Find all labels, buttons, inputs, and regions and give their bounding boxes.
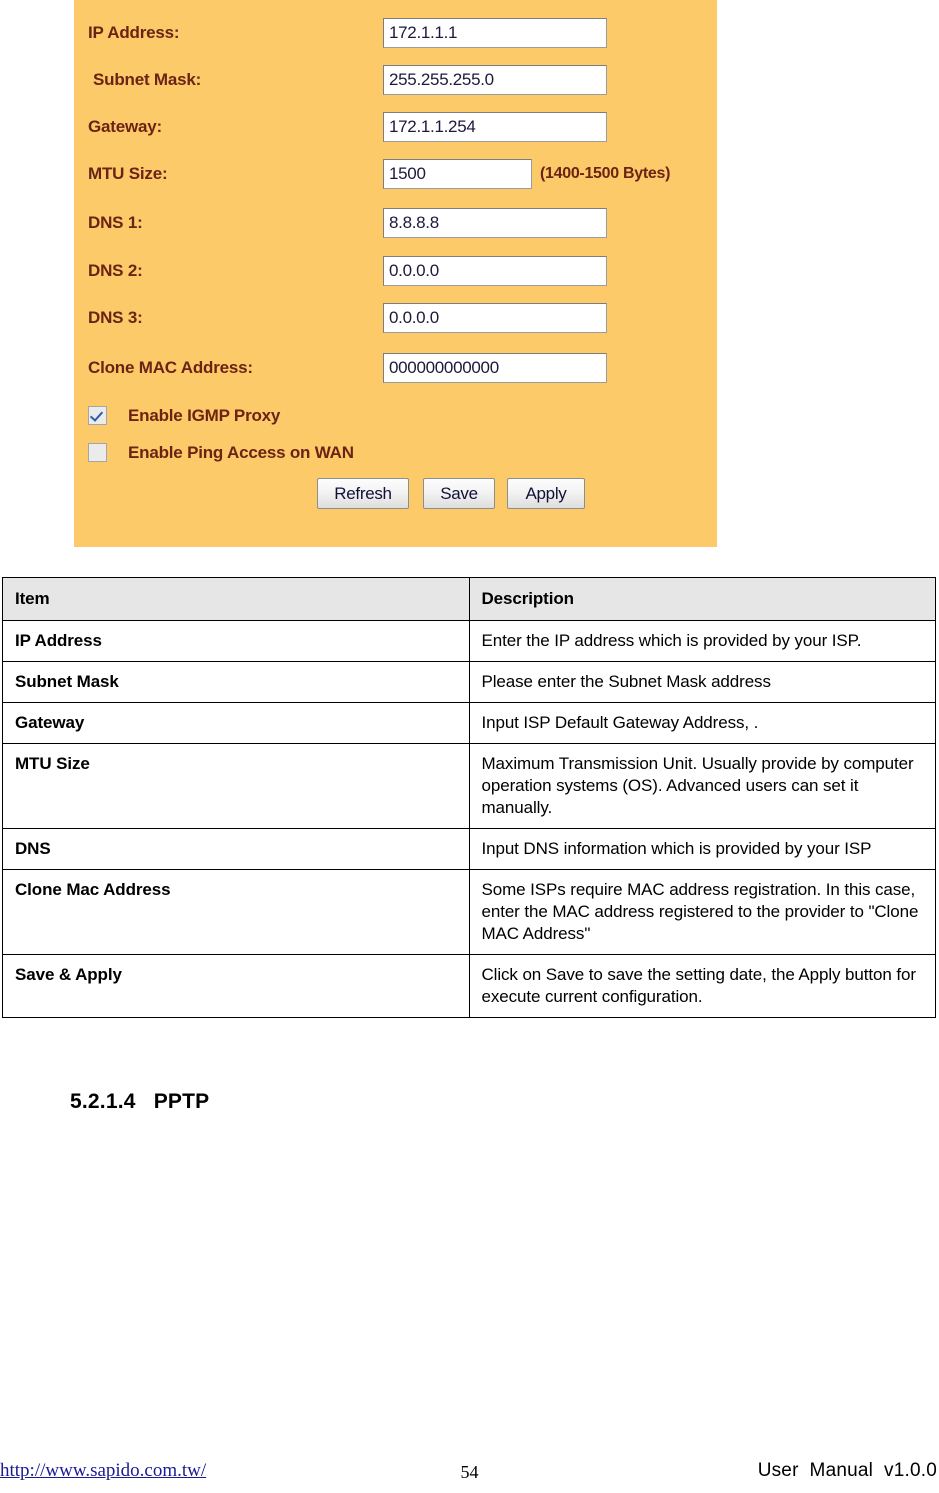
table-cell-description: Enter the IP address which is provided b… bbox=[468, 620, 936, 662]
table-cell-description: Some ISPs require MAC address registrati… bbox=[468, 869, 936, 955]
dns-1-label: DNS 1: bbox=[88, 213, 143, 232]
table-cell-item: Save & Apply bbox=[2, 954, 470, 1018]
footer-manual-version: User Manual v1.0.0 bbox=[757, 1460, 937, 1481]
table-cell-description: Maximum Transmission Unit. Usually provi… bbox=[468, 743, 936, 829]
checkbox-igmp-proxy-label: Enable IGMP Proxy bbox=[128, 406, 281, 425]
clone-mac-address-label: Clone MAC Address: bbox=[88, 358, 253, 377]
gateway-input[interactable]: 172.1.1.254 bbox=[383, 112, 607, 142]
form-row-subnet-mask: Subnet Mask: 255.255.255.0 bbox=[74, 65, 717, 112]
form-row-clone-mac-address: Clone MAC Address: 000000000000 bbox=[74, 353, 717, 400]
table-header-row: Item Description bbox=[2, 577, 936, 621]
table-row: DNS Input DNS information which is provi… bbox=[2, 828, 936, 870]
table-cell-item: IP Address bbox=[2, 620, 470, 662]
mtu-size-hint: (1400-1500 Bytes) bbox=[540, 165, 671, 182]
checkbox-ping-access-wan-label: Enable Ping Access on WAN bbox=[128, 443, 354, 462]
dns-1-input[interactable]: 8.8.8.8 bbox=[383, 208, 607, 238]
router-config-panel: IP Address: 172.1.1.1 Subnet Mask: 255.2… bbox=[74, 0, 717, 547]
table-row: Clone Mac Address Some ISPs require MAC … bbox=[2, 869, 936, 955]
table-cell-item: Gateway bbox=[2, 702, 470, 744]
mtu-size-label: MTU Size: bbox=[88, 164, 168, 183]
table-cell-description: Input DNS information which is provided … bbox=[468, 828, 936, 870]
checkbox-igmp-proxy[interactable] bbox=[88, 406, 107, 425]
table-row: Subnet Mask Please enter the Subnet Mask… bbox=[2, 661, 936, 703]
subnet-mask-input[interactable]: 255.255.255.0 bbox=[383, 65, 607, 95]
save-button[interactable]: Save bbox=[423, 478, 495, 509]
ip-address-input[interactable]: 172.1.1.1 bbox=[383, 18, 607, 48]
table-header-item: Item bbox=[2, 577, 470, 621]
table-row: Gateway Input ISP Default Gateway Addres… bbox=[2, 702, 936, 744]
table-cell-description: Please enter the Subnet Mask address bbox=[468, 661, 936, 703]
table-header-description: Description bbox=[468, 577, 936, 621]
table-cell-item: Subnet Mask bbox=[2, 661, 470, 703]
dns-3-label: DNS 3: bbox=[88, 308, 143, 327]
table-cell-item: MTU Size bbox=[2, 743, 470, 829]
form-row-mtu-size: MTU Size: 1500 (1400-1500 Bytes) bbox=[74, 159, 717, 206]
form-row-ip-address: IP Address: 172.1.1.1 bbox=[74, 18, 717, 65]
refresh-button[interactable]: Refresh bbox=[317, 478, 409, 509]
form-row-gateway: Gateway: 172.1.1.254 bbox=[74, 112, 717, 159]
dns-2-label: DNS 2: bbox=[88, 261, 143, 280]
apply-button[interactable]: Apply bbox=[507, 478, 585, 509]
mtu-size-input[interactable]: 1500 bbox=[383, 159, 532, 189]
checkbox-ping-access-wan[interactable] bbox=[88, 443, 107, 462]
dns-2-input[interactable]: 0.0.0.0 bbox=[383, 256, 607, 286]
table-cell-item: Clone Mac Address bbox=[2, 869, 470, 955]
table-row: IP Address Enter the IP address which is… bbox=[2, 620, 936, 662]
dns-3-input[interactable]: 0.0.0.0 bbox=[383, 303, 607, 333]
ip-address-label: IP Address: bbox=[88, 23, 180, 42]
config-button-row: Refresh Save Apply bbox=[74, 478, 717, 512]
form-row-dns-3: DNS 3: 0.0.0.0 bbox=[74, 303, 717, 350]
form-row-dns-2: DNS 2: 0.0.0.0 bbox=[74, 256, 717, 303]
table-cell-description: Click on Save to save the setting date, … bbox=[468, 954, 936, 1018]
table-cell-item: DNS bbox=[2, 828, 470, 870]
gateway-label: Gateway: bbox=[88, 117, 162, 136]
table-row: Save & Apply Click on Save to save the s… bbox=[2, 954, 936, 1018]
description-table: Item Description IP Address Enter the IP… bbox=[2, 577, 936, 1018]
clone-mac-address-input[interactable]: 000000000000 bbox=[383, 353, 607, 383]
table-row: MTU Size Maximum Transmission Unit. Usua… bbox=[2, 743, 936, 829]
subnet-mask-label: Subnet Mask: bbox=[93, 70, 202, 89]
page-footer: http://www.sapido.com.tw/ 54 User Manual… bbox=[0, 1460, 939, 1490]
form-row-dns-1: DNS 1: 8.8.8.8 bbox=[74, 208, 717, 255]
section-heading-pptp: 5.2.1.4 PPTP bbox=[70, 1090, 210, 1113]
table-cell-description: Input ISP Default Gateway Address, . bbox=[468, 702, 936, 744]
